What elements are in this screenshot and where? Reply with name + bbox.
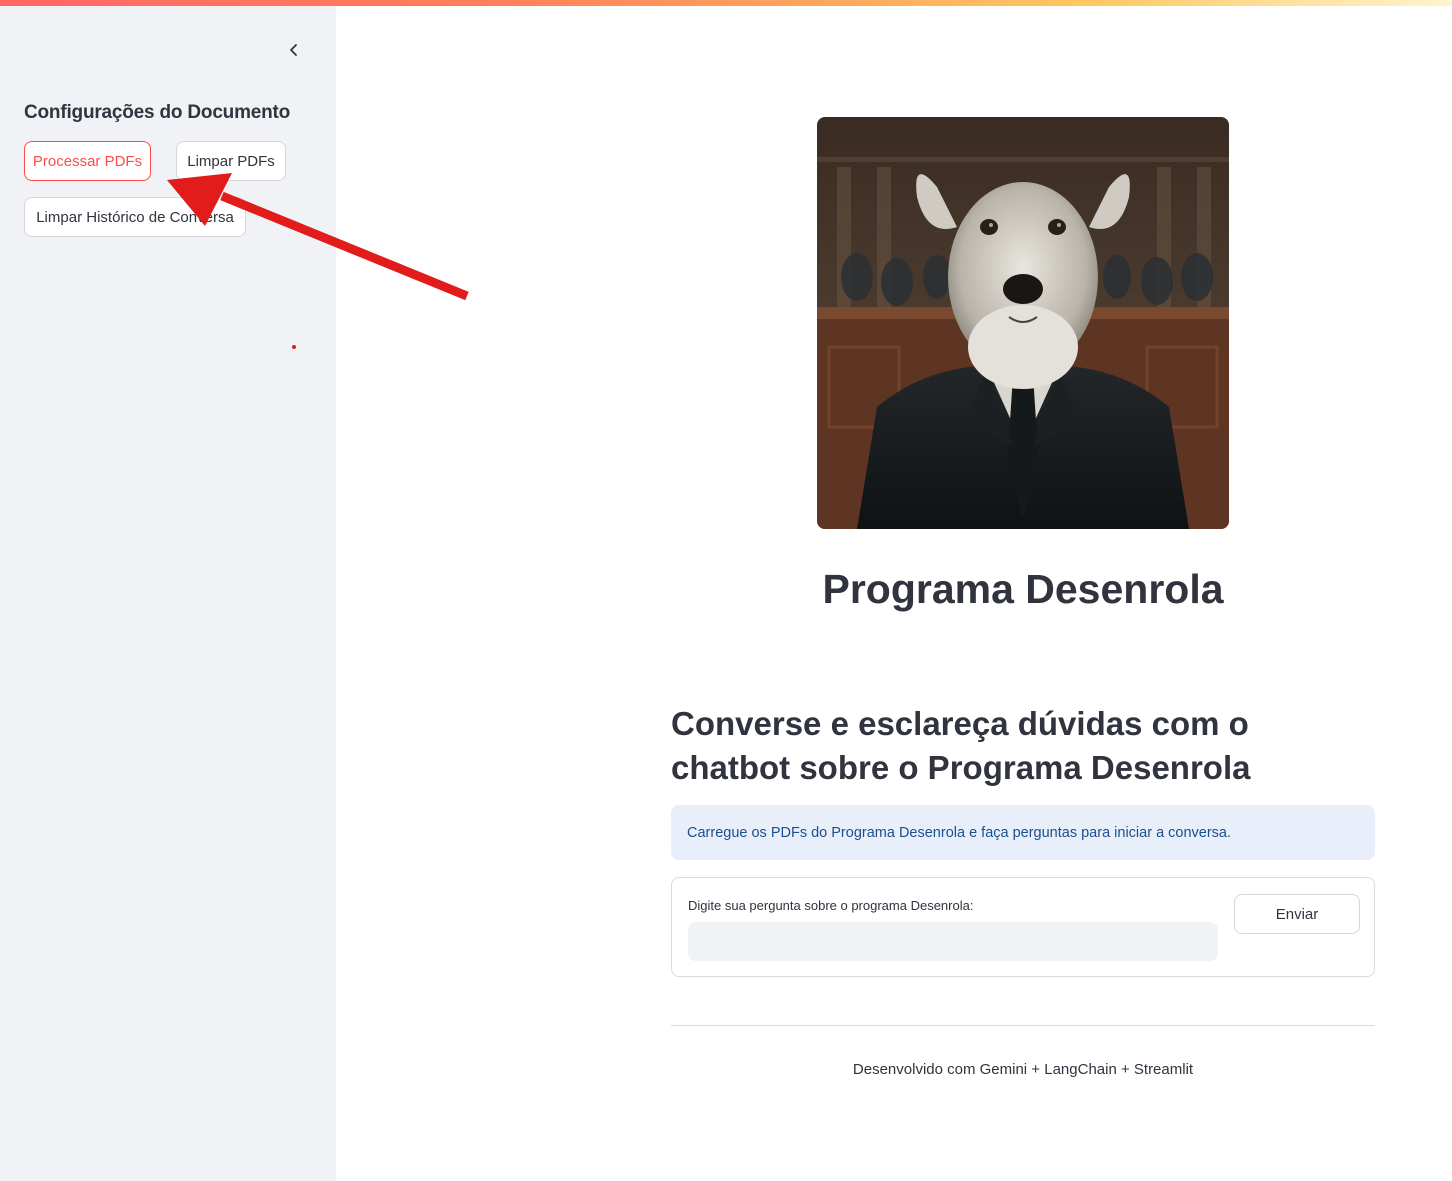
clear-history-button[interactable]: Limpar Histórico de Conversa xyxy=(24,197,246,237)
question-form: Digite sua pergunta sobre o programa Des… xyxy=(671,877,1375,977)
send-button[interactable]: Enviar xyxy=(1234,894,1360,934)
chevron-left-icon xyxy=(290,44,297,56)
collapse-sidebar-button[interactable] xyxy=(282,36,306,64)
annotation-dot xyxy=(292,345,296,349)
chat-subheading: Converse e esclareça dúvidas com o chatb… xyxy=(671,705,1251,786)
question-input[interactable] xyxy=(688,922,1218,961)
footer-text: Desenvolvido com Gemini + LangChain + St… xyxy=(852,1061,1194,1078)
sidebar: Configurações do Documento Processar PDF… xyxy=(0,6,336,1181)
question-input-label: Digite sua pergunta sobre o programa Des… xyxy=(688,898,974,913)
footer-divider xyxy=(671,1025,1375,1026)
hero-image xyxy=(817,117,1229,529)
sidebar-title: Configurações do Documento xyxy=(24,102,291,123)
process-pdfs-button[interactable]: Processar PDFs xyxy=(24,141,151,181)
page-title: Programa Desenrola xyxy=(822,566,1224,612)
info-alert-text: Carregue os PDFs do Programa Desenrola e… xyxy=(687,824,1232,841)
clear-pdfs-button[interactable]: Limpar PDFs xyxy=(176,141,286,181)
info-alert: Carregue os PDFs do Programa Desenrola e… xyxy=(671,805,1375,860)
dog-portrait-image xyxy=(817,117,1229,529)
